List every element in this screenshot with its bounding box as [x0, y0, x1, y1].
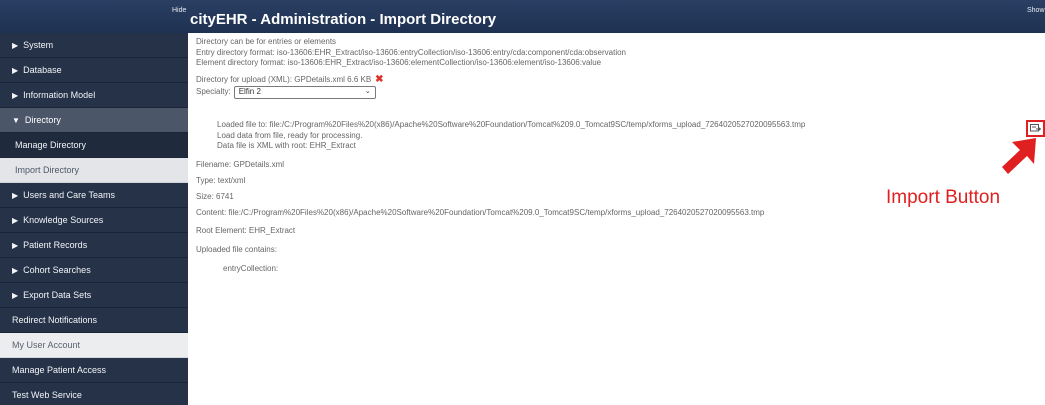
sidebar-item-label: Manage Patient Access [12, 365, 107, 375]
expand-icon: ▶ [12, 190, 19, 200]
sidebar-item-label: Manage Directory [15, 140, 87, 150]
sidebar: ▶ System ▶ Database ▶ Information Model … [0, 33, 188, 405]
sidebar-item-label: My User Account [12, 340, 81, 350]
expand-icon: ▶ [12, 215, 19, 225]
sidebar-item-label: System [23, 40, 54, 50]
specialty-row: Specialty: Elfin 2 ⌄ [196, 86, 1036, 99]
collapse-icon: ▼ [12, 115, 20, 125]
sidebar-item-label: Patient Records [23, 240, 88, 250]
sidebar-item-directory[interactable]: ▼ Directory [0, 108, 188, 133]
sidebar-item-label: Information Model [23, 90, 96, 100]
sidebar-item-cohort-searches[interactable]: ▶ Cohort Searches [0, 258, 188, 283]
sidebar-item-database[interactable]: ▶ Database [0, 58, 188, 83]
sidebar-item-information-model[interactable]: ▶ Information Model [0, 83, 188, 108]
page-title: cityEHR - Administration - Import Direct… [190, 11, 497, 28]
sidebar-item-manage-directory[interactable]: Manage Directory [0, 133, 188, 158]
expand-icon: ▶ [12, 265, 19, 275]
upload-file-text: Directory for upload (XML): GPDetails.xm… [196, 74, 372, 84]
expand-icon: ▶ [12, 90, 19, 100]
sidebar-item-system[interactable]: ▶ System [0, 33, 188, 58]
sidebar-item-test-web-service[interactable]: Test Web Service [0, 383, 188, 405]
sidebar-item-export-data-sets[interactable]: ▶ Export Data Sets [0, 283, 188, 308]
sidebar-item-label: Knowledge Sources [23, 215, 104, 225]
filetype-text: Type: text/xml [196, 175, 246, 185]
xml-root-message: Data file is XML with root: EHR_Extract [217, 141, 356, 150]
expand-icon: ▶ [12, 290, 19, 300]
sidebar-item-redirect-notifications[interactable]: Redirect Notifications [0, 308, 188, 333]
sidebar-item-label: Users and Care Teams [23, 190, 116, 200]
loaded-file-message: Loaded file to: file:/C:/Program%20Files… [217, 120, 806, 129]
entry-format-text: Entry directory format: iso-13606:EHR_Ex… [196, 47, 626, 57]
sidebar-item-label: Cohort Searches [23, 265, 91, 275]
sidebar-item-import-directory[interactable]: Import Directory [0, 158, 188, 183]
import-icon [1030, 124, 1041, 132]
sidebar-item-label: Import Directory [15, 165, 80, 175]
hide-sidebar-link[interactable]: Hide [172, 7, 186, 14]
load-messages: Loaded file to: file:/C:/Program%20Files… [196, 120, 1036, 152]
expand-icon: ▶ [12, 65, 19, 75]
entry-collection-text: entryCollection: [223, 264, 279, 273]
root-element-text: Root Element: EHR_Extract [196, 226, 296, 235]
expand-icon: ▶ [12, 40, 19, 50]
upload-file-row: Directory for upload (XML): GPDetails.xm… [196, 74, 1036, 86]
main-content: Directory can be for entries or elements… [196, 37, 1036, 275]
load-ready-message: Load data from file, ready for processin… [217, 130, 363, 140]
import-button[interactable] [1026, 120, 1045, 137]
sidebar-item-label: Test Web Service [12, 390, 82, 400]
show-panel-link[interactable]: Show [1027, 7, 1045, 14]
annotation-label: Import Button [886, 187, 1001, 208]
annotation-arrow [1002, 138, 1036, 174]
sidebar-item-label: Redirect Notifications [12, 315, 98, 325]
header-bar: Hide cityEHR - Administration - Import D… [0, 0, 1045, 33]
directory-info-text: Directory can be for entries or elements [196, 37, 337, 46]
filename-text: Filename: GPDetails.xml [196, 159, 285, 169]
sidebar-item-label: Database [23, 65, 62, 75]
remove-file-icon[interactable]: ✖ [375, 74, 383, 86]
sidebar-item-knowledge-sources[interactable]: ▶ Knowledge Sources [0, 208, 188, 233]
uploaded-contains-text: Uploaded file contains: [196, 244, 277, 254]
sidebar-item-patient-records[interactable]: ▶ Patient Records [0, 233, 188, 258]
specialty-value: Elfin 2 [238, 87, 261, 97]
sidebar-item-my-user-account[interactable]: My User Account [0, 333, 188, 358]
chevron-down-icon: ⌄ [364, 88, 371, 96]
sidebar-item-users-and-care-teams[interactable]: ▶ Users and Care Teams [0, 183, 188, 208]
sidebar-item-label: Directory [24, 115, 61, 125]
specialty-select[interactable]: Elfin 2 ⌄ [233, 86, 376, 99]
specialty-label: Specialty: [196, 87, 231, 97]
expand-icon: ▶ [12, 240, 19, 250]
file-content-text: Content: file:/C:/Program%20Files%20(x86… [196, 207, 765, 217]
sidebar-item-manage-patient-access[interactable]: Manage Patient Access [0, 358, 188, 383]
element-format-text: Element directory format: iso-13606:EHR_… [196, 58, 602, 67]
sidebar-item-label: Export Data Sets [23, 290, 92, 300]
